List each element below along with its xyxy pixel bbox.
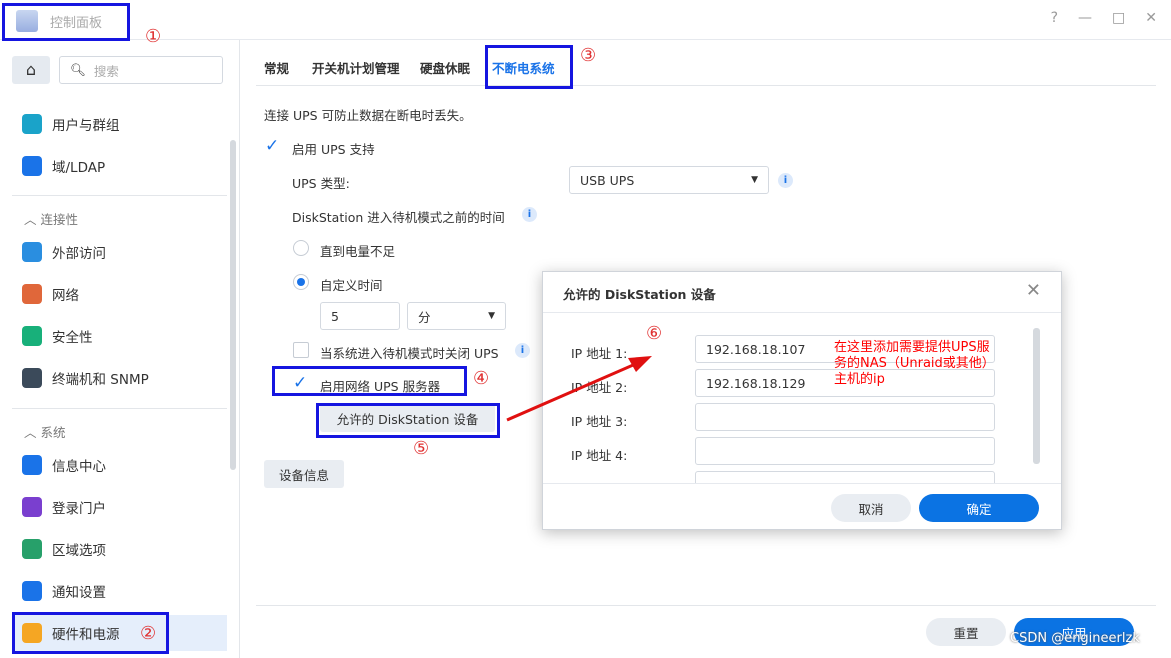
annotation-note: 在这里添加需要提供UPS服务的NAS（Unraid或其他）主机的ip <box>834 340 990 387</box>
annotation-arrow <box>506 356 652 422</box>
watermark: CSDN @engineerlzk <box>1010 631 1140 646</box>
